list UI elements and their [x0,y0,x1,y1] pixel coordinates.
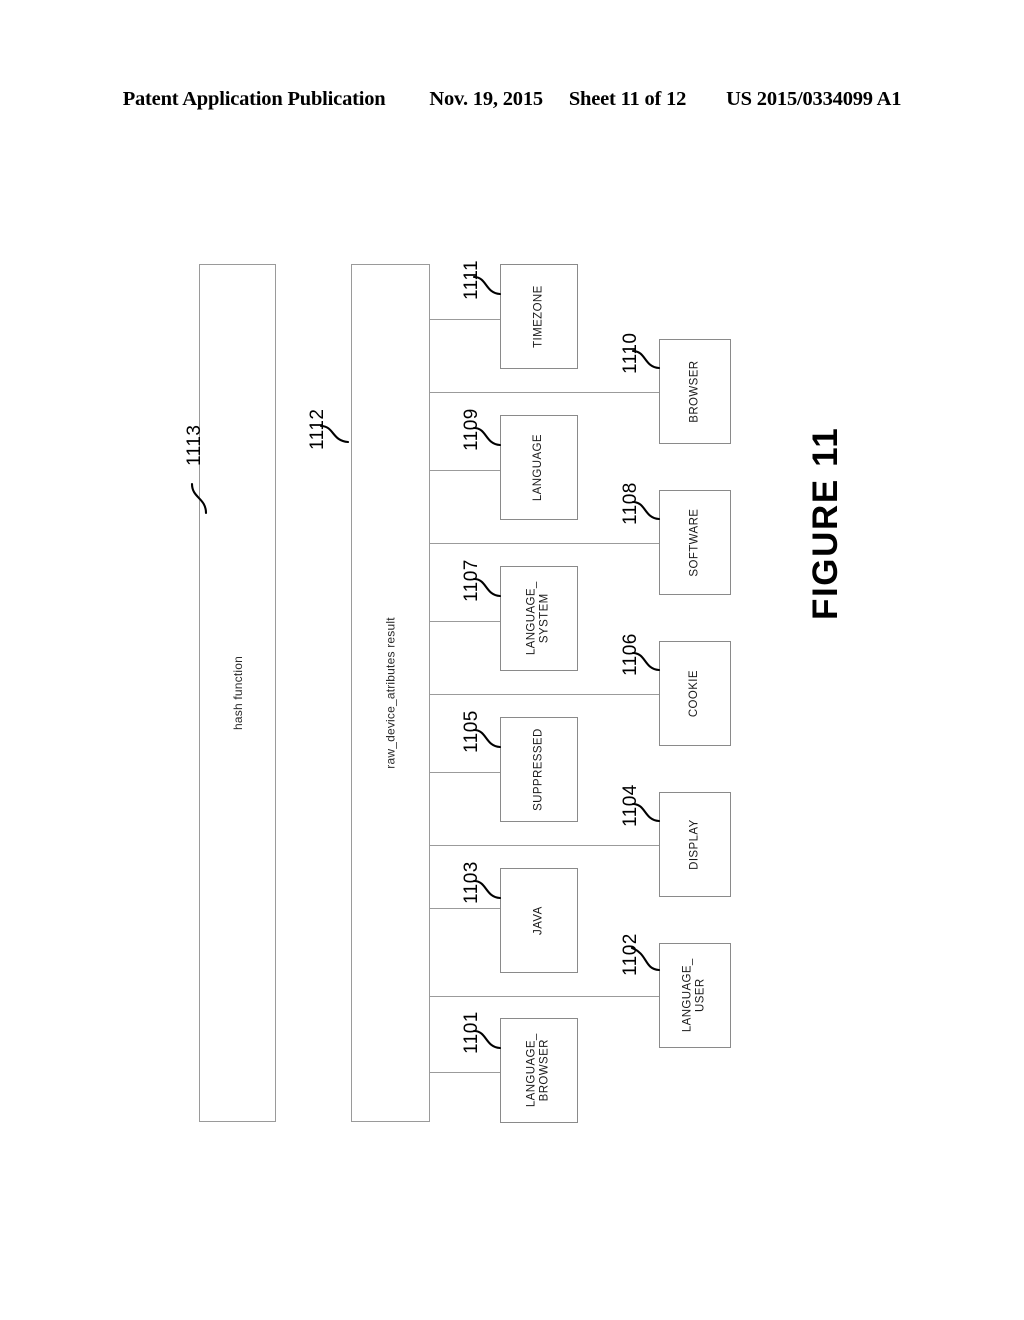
connector-line-language-browser [429,1072,501,1073]
leader-line-1103 [472,879,502,900]
leader-line-1111 [472,275,502,296]
block-language-system-label: LANGUAGE_ SYSTEM [525,581,551,656]
leader-line-1107 [472,577,502,598]
connector-line-software [429,543,660,544]
block-display-label: DISPLAY [688,819,701,870]
connector-line-language-system [429,621,501,622]
block-language-system: LANGUAGE_ SYSTEM [500,566,578,671]
figure-diagram: hash function 1113 raw_device_atributes … [0,0,1024,1320]
container-hash-function: hash function [199,264,276,1122]
container-raw-device-attributes-label: raw_device_atributes result [383,617,398,769]
block-language: LANGUAGE [500,415,578,520]
block-language-browser-label: LANGUAGE_ BROWSER [525,1033,551,1108]
figure-caption: FIGURE 11 [806,426,845,620]
leader-line-1112 [319,424,350,444]
block-software: SOFTWARE [659,490,731,595]
connector-line-language-user [429,996,660,997]
container-hash-function-label: hash function [230,656,245,730]
leader-line-1110 [631,349,661,370]
block-suppressed-label: SUPPRESSED [532,728,545,811]
block-suppressed: SUPPRESSED [500,717,578,822]
block-timezone-label: TIMEZONE [532,285,545,348]
block-browser: BROWSER [659,339,731,444]
leader-line-1101 [472,1029,502,1050]
connector-line-browser [429,392,660,393]
block-display: DISPLAY [659,792,731,897]
leader-line-1113 [190,482,208,515]
connector-line-display [429,845,660,846]
block-language-label: LANGUAGE [532,433,545,502]
block-language-browser: LANGUAGE_ BROWSER [500,1018,578,1123]
block-cookie: COOKIE [659,641,731,746]
block-timezone: TIMEZONE [500,264,578,369]
container-raw-device-attributes: raw_device_atributes result [351,264,430,1122]
connector-line-timezone [429,319,501,320]
leader-line-1104 [631,802,661,823]
leader-line-1109 [472,426,502,447]
connector-line-cookie [429,694,660,695]
block-language-user: LANGUAGE_ USER [659,943,731,1048]
leader-line-1108 [631,500,661,521]
block-java-label: JAVA [532,906,545,935]
ref-numeral-1113: 1113 [184,424,205,466]
leader-line-1102 [630,946,661,972]
block-browser-label: BROWSER [688,360,701,423]
leader-line-1105 [472,728,502,749]
block-java: JAVA [500,868,578,973]
leader-line-1106 [631,651,661,672]
connector-line-language [429,470,501,471]
connector-line-suppressed [429,772,501,773]
block-language-user-label: LANGUAGE_ USER [681,958,707,1033]
block-cookie-label: COOKIE [688,669,701,718]
block-software-label: SOFTWARE [688,508,701,577]
